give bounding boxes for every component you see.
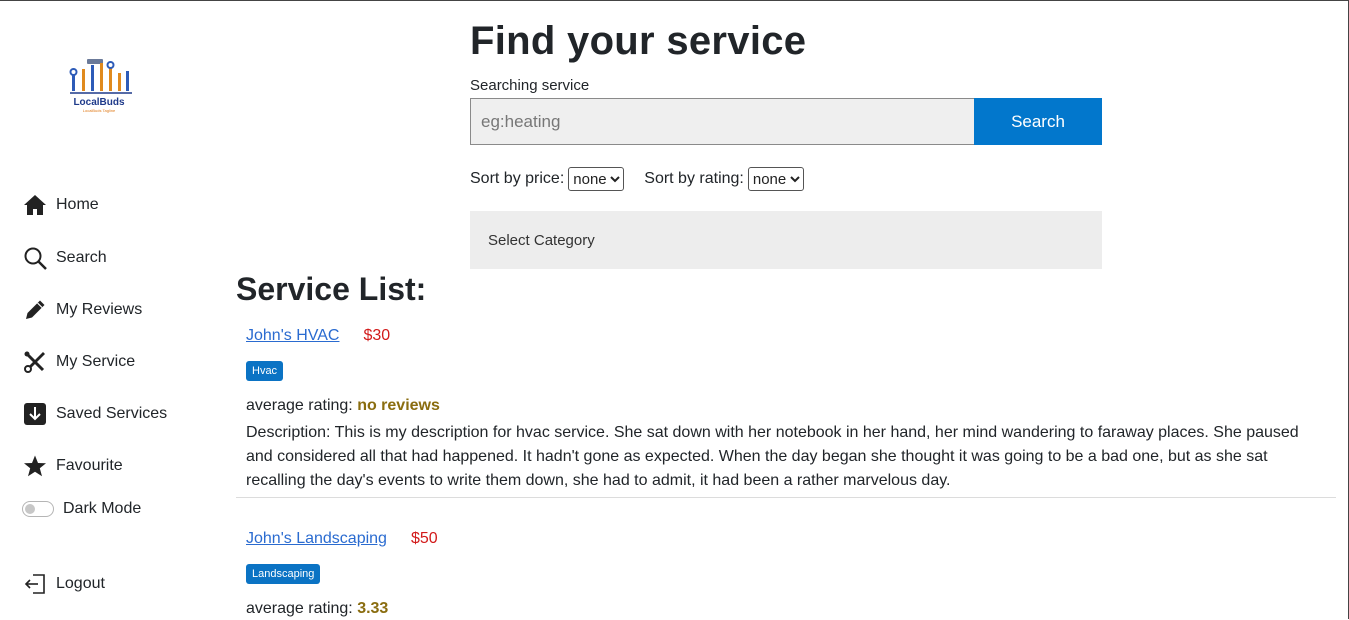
sidebar-item-home[interactable]: Home xyxy=(22,190,99,220)
service-list-title: Service List: xyxy=(236,271,427,307)
logo-tagline: LocalBuds Tagline xyxy=(82,108,116,113)
sidebar-item-label: My Reviews xyxy=(56,301,143,318)
sidebar-item-my-service[interactable]: My Service xyxy=(22,347,135,377)
rating-label: average rating: xyxy=(246,397,353,414)
search-button[interactable]: Search xyxy=(974,98,1102,145)
sidebar: LocalBuds LocalBuds Tagline Home Search … xyxy=(0,1,215,620)
logout-icon xyxy=(22,571,48,597)
sort-row: Sort by price: none Sort by rating: none xyxy=(470,167,804,191)
search-icon xyxy=(22,245,48,271)
sidebar-item-label: Favourite xyxy=(56,457,123,474)
star-icon xyxy=(22,453,48,479)
service-name-link[interactable]: John's Landscaping xyxy=(246,530,387,548)
rating-label: average rating: xyxy=(246,600,353,617)
logo[interactable]: LocalBuds LocalBuds Tagline xyxy=(62,55,136,117)
dark-mode-label: Dark Mode xyxy=(63,500,142,517)
sidebar-item-my-reviews[interactable]: My Reviews xyxy=(22,295,142,325)
category-label: Select Category xyxy=(488,231,595,249)
service-price: $50 xyxy=(410,530,438,547)
service-rating: average rating: 3.33 xyxy=(246,600,388,618)
sort-rating-label: Sort by rating: xyxy=(644,170,744,187)
sidebar-item-favourite[interactable]: Favourite xyxy=(22,451,123,481)
service-tag-badge[interactable]: Hvac xyxy=(246,361,284,381)
sidebar-item-label: Search xyxy=(56,249,107,266)
service-rating: average rating: no reviews xyxy=(246,397,440,415)
service-price: $30 xyxy=(363,327,391,344)
service-tag-badge[interactable]: Landscaping xyxy=(246,564,321,584)
category-select[interactable]: Select Category xyxy=(470,211,1102,269)
dark-mode-toggle[interactable]: Dark Mode xyxy=(22,500,141,518)
search-input[interactable] xyxy=(470,98,975,145)
search-label: Searching service xyxy=(470,77,590,94)
sort-price-select[interactable]: none xyxy=(568,167,625,191)
logout-button[interactable]: Logout xyxy=(22,569,105,599)
service-description: Description: This is my description for … xyxy=(246,424,1299,489)
list-divider xyxy=(236,497,1336,498)
sidebar-item-saved-services[interactable]: Saved Services xyxy=(22,399,167,429)
sidebar-item-search[interactable]: Search xyxy=(22,243,107,273)
sidebar-item-label: Saved Services xyxy=(56,405,168,422)
download-box-icon xyxy=(22,401,48,427)
logout-label: Logout xyxy=(56,575,105,592)
page-title: Find your service xyxy=(470,19,807,63)
sort-price-label: Sort by price: xyxy=(470,170,565,187)
pencil-icon xyxy=(22,297,48,323)
rating-value: no reviews xyxy=(357,397,440,414)
home-icon xyxy=(22,192,48,218)
logo-text: LocalBuds xyxy=(73,97,125,108)
sidebar-item-label: Home xyxy=(56,196,99,213)
sidebar-item-label: My Service xyxy=(56,353,136,370)
tools-logo-icon xyxy=(69,59,132,94)
tools-icon xyxy=(22,349,48,375)
rating-value: 3.33 xyxy=(357,600,389,617)
sort-rating-select[interactable]: none xyxy=(747,167,804,191)
service-name-link[interactable]: John's HVAC xyxy=(246,327,339,345)
dark-mode-switch[interactable] xyxy=(22,501,54,517)
